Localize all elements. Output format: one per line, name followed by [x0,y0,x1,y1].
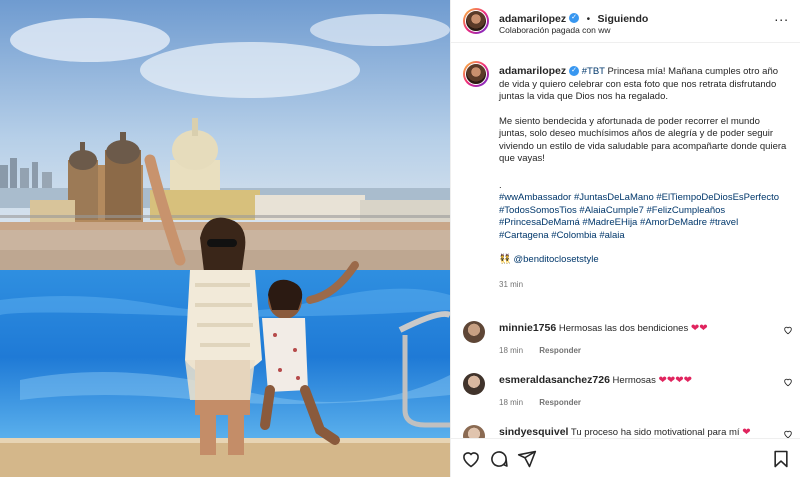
photo-illustration [0,0,450,477]
author-avatar[interactable] [463,8,489,34]
post-header: adamarilopez ✓ • Siguiendo Colaboración p… [451,0,800,43]
follow-status-button[interactable]: Siguiendo [598,13,649,25]
caption-text-2: Me siento bendecida y afortunada de pode… [499,115,787,165]
paid-partnership-label[interactable]: Colaboración pagada con ww [499,25,611,35]
post-actions-bar [451,438,800,477]
comment-item: esmeraldasanchez726 Hermosas ❤❤❤❤ [499,374,769,387]
caption-hashtag[interactable]: #TBT [582,66,605,77]
mention-emoji: 👯 [499,254,511,265]
caption-mention[interactable]: @benditoclosetstyle [513,254,598,265]
post-photo[interactable] [0,0,450,477]
more-options-icon[interactable]: ... [774,8,789,24]
like-comment-heart-icon[interactable] [783,325,793,335]
verified-badge-icon: ✓ [569,12,580,23]
post-time: 31 min [499,279,524,289]
comment-text: Hermosas las dos bendiciones [558,323,689,334]
paper-plane-icon[interactable] [517,449,537,469]
comment-avatar[interactable] [463,425,485,438]
comment-item: sindyesquivel Tu proceso ha sido motivat… [499,426,769,438]
author-username[interactable]: adamarilopez [499,13,566,25]
verified-badge-icon: ✓ [569,66,580,77]
comment-text: Tu proceso ha sido motivational para mí [570,427,740,438]
separator-dot: • [586,14,591,25]
reply-button[interactable]: Responder [539,398,581,407]
post-detail-panel: adamarilopez ✓ • Siguiendo Colaboración p… [450,0,800,477]
comment-meta: 18 min Responder [499,398,581,407]
comment-text: Hermosas [612,375,656,386]
comment-username[interactable]: esmeraldasanchez726 [499,374,610,386]
comment-avatar[interactable] [463,373,485,395]
like-comment-heart-icon[interactable] [783,429,793,438]
post-caption: adamarilopez ✓ #TBT Princesa mía! Mañana … [499,65,789,291]
caption-dot: . [499,179,502,191]
comment-username[interactable]: sindyesquivel [499,426,568,438]
comment-bubble-icon[interactable] [489,449,509,469]
comment-meta: 18 min Responder [499,346,581,355]
comment-emoji: ❤ [742,427,751,438]
heart-outline-icon[interactable] [461,449,481,469]
caption-hashtags[interactable]: #wwAmbassador #JuntasDeLaMano #ElTiempoD… [499,192,789,242]
comment-avatar[interactable] [463,321,485,343]
comment-item: minnie1756 Hermosas las dos bendiciones … [499,322,769,335]
comment-emoji: ❤❤ [690,323,708,334]
comment-username[interactable]: minnie1756 [499,322,556,334]
caption-author[interactable]: adamarilopez [499,65,566,77]
like-comment-heart-icon[interactable] [783,377,793,387]
comments-scroll-area[interactable]: adamarilopez ✓ #TBT Princesa mía! Mañana … [451,43,800,438]
comment-emoji: ❤❤❤❤ [658,375,692,386]
comment-time: 18 min [499,398,524,407]
comment-time: 18 min [499,346,524,355]
reply-button[interactable]: Responder [539,346,581,355]
caption-author-avatar[interactable] [463,61,489,87]
bookmark-icon[interactable] [771,449,791,469]
